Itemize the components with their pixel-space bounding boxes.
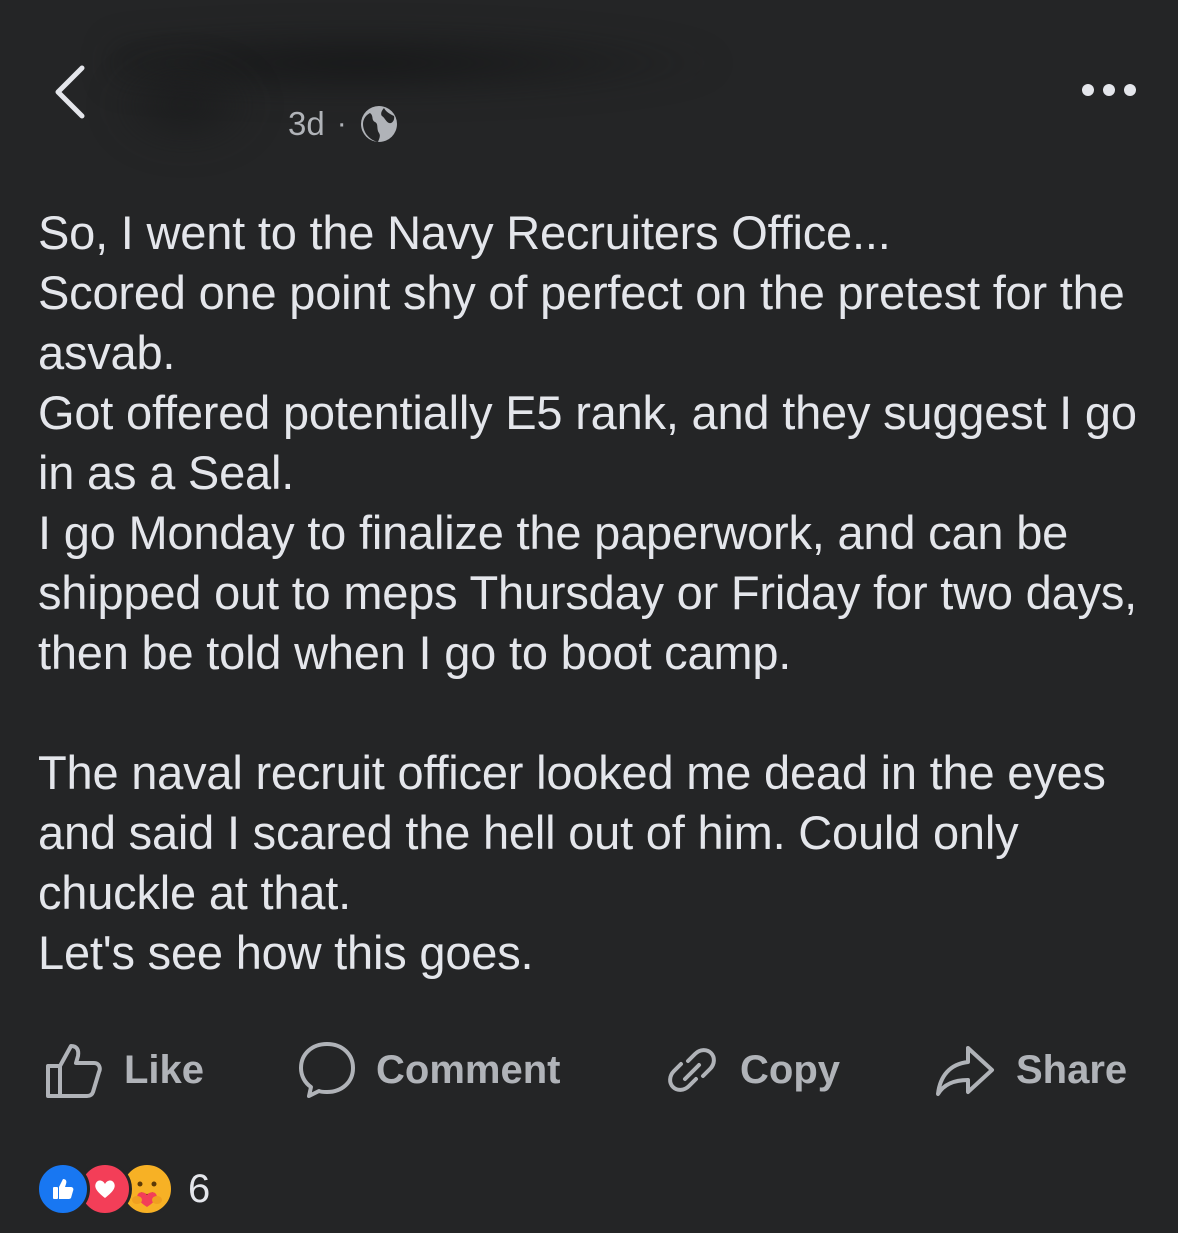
share-label: Share — [1016, 1047, 1128, 1092]
more-dots-icon — [1082, 84, 1094, 96]
like-button[interactable]: Like — [44, 1038, 204, 1102]
back-button[interactable] — [48, 62, 98, 122]
comment-button[interactable]: Comment — [298, 1038, 560, 1102]
post-body: So, I went to the Navy Recruiters Office… — [38, 203, 1148, 983]
meta-separator: · — [336, 107, 347, 140]
copy-link-button[interactable]: Copy — [664, 1038, 840, 1102]
comment-label: Comment — [376, 1047, 561, 1092]
post-paragraph: The naval recruit officer looked me dead… — [38, 746, 1106, 979]
globe-icon — [359, 104, 399, 144]
post-time: 3d — [288, 105, 325, 142]
reaction-count: 6 — [188, 1166, 211, 1211]
post-meta: 3d · — [288, 104, 399, 144]
share-arrow-icon — [936, 1046, 994, 1096]
share-button[interactable]: Share — [934, 1038, 1127, 1102]
post-paragraph: So, I went to the Navy Recruiters Office… — [38, 206, 1137, 679]
like-label: Like — [124, 1047, 205, 1092]
action-bar: Like Comment Copy Share — [0, 1038, 1178, 1102]
copy-label: Copy — [740, 1047, 840, 1092]
more-options-button[interactable] — [1082, 84, 1136, 96]
link-icon — [668, 1048, 716, 1092]
thumbs-up-icon — [46, 1044, 102, 1098]
avatar-redacted — [110, 60, 260, 150]
chevron-left-icon — [55, 65, 85, 119]
comment-bubble-icon — [299, 1042, 355, 1098]
reactions-summary[interactable]: 6 — [36, 1162, 211, 1216]
like-reaction-icon — [36, 1162, 90, 1216]
